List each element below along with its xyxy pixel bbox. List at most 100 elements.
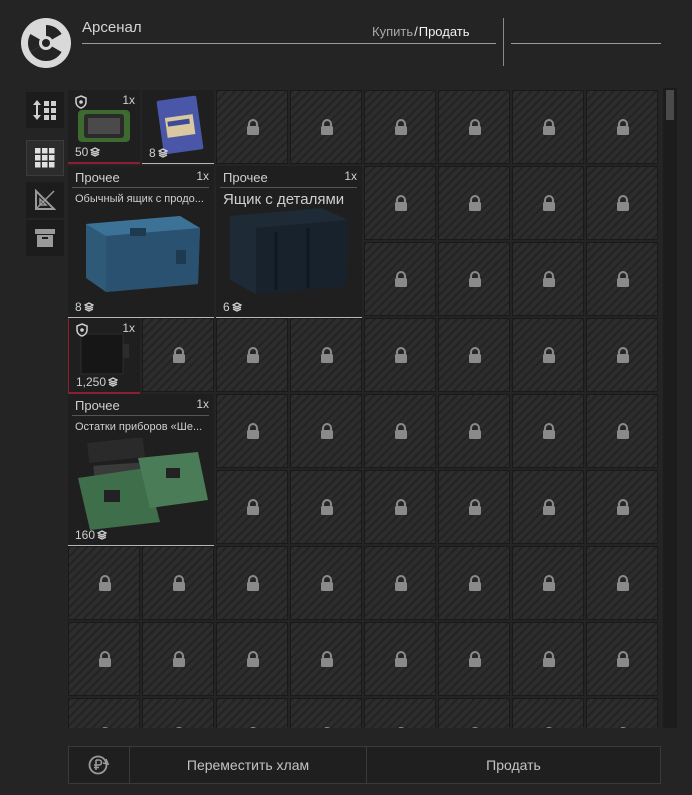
lock-icon (394, 271, 408, 292)
sell-button[interactable]: Продать (367, 747, 660, 783)
locked-slot (438, 470, 510, 544)
locked-slot (364, 698, 436, 728)
locked-slot (364, 90, 436, 164)
locked-slot (512, 698, 584, 728)
sort-icon (33, 100, 56, 120)
lock-icon (542, 727, 556, 728)
item-amount: 1,250 (76, 375, 119, 389)
ruble-cycle-icon (88, 755, 110, 775)
locked-slot (512, 394, 584, 468)
blue-crate-icon (86, 216, 200, 292)
locked-slot (586, 470, 658, 544)
locked-slot (586, 698, 658, 728)
lock-icon (246, 575, 260, 596)
scrollbar-thumb[interactable] (666, 90, 674, 120)
locked-slot (512, 546, 584, 620)
lock-icon (616, 575, 630, 596)
radiation-logo-icon (21, 18, 71, 68)
inventory-item[interactable]: Прочее 1x Обычный ящик с продо... 8 (68, 166, 214, 318)
ruler-triangle-icon (35, 189, 56, 210)
lock-icon (616, 423, 630, 444)
stack-icon (231, 302, 242, 312)
locked-slot (216, 318, 288, 392)
lock-icon (394, 575, 408, 596)
lock-icon (542, 499, 556, 520)
lock-icon (246, 651, 260, 672)
lock-icon (616, 119, 630, 140)
locked-slot (216, 622, 288, 696)
move-junk-button[interactable]: Переместить хлам (130, 747, 367, 783)
lock-icon (172, 651, 186, 672)
auto-sell-button[interactable] (69, 747, 130, 783)
locked-slot (290, 90, 362, 164)
locked-slot (68, 546, 140, 620)
locked-slot (586, 166, 658, 240)
locked-slot (364, 166, 436, 240)
lock-icon (394, 119, 408, 140)
locked-slot (586, 394, 658, 468)
locked-slot (290, 318, 362, 392)
lock-icon (320, 423, 334, 444)
lock-icon (616, 651, 630, 672)
inventory-grid: 1x 50 8 Прочее 1x Обычный ящик с продо..… (68, 90, 660, 728)
inventory-item[interactable]: 8 (142, 90, 214, 164)
inventory-item[interactable]: Прочее 1x Остатки приборов «Ше... 160 (68, 394, 214, 546)
locked-slot (512, 622, 584, 696)
header-bar: Арсенал Купить/Продать (0, 0, 692, 84)
locked-slot (216, 90, 288, 164)
sell-tab[interactable]: Продать (419, 24, 470, 39)
locked-slot (586, 242, 658, 316)
lock-icon (616, 727, 630, 728)
stack-icon (83, 302, 94, 312)
lock-icon (542, 575, 556, 596)
locked-slot (216, 698, 288, 728)
archive-button[interactable] (26, 220, 64, 256)
locked-slot (68, 698, 140, 728)
title-underline (82, 43, 496, 44)
shield-icon (75, 95, 87, 109)
grid-view-button[interactable] (26, 140, 64, 176)
locked-slot (364, 242, 436, 316)
inventory-item[interactable]: 1x 1,250 (68, 318, 140, 394)
stack-icon (157, 148, 168, 158)
lock-icon (616, 499, 630, 520)
sort-button[interactable] (26, 92, 64, 128)
lock-icon (468, 651, 482, 672)
lock-icon (246, 347, 260, 368)
search-input[interactable] (511, 43, 661, 44)
lock-icon (468, 119, 482, 140)
locked-slot (512, 242, 584, 316)
locked-slot (512, 318, 584, 392)
grid-scrollbar[interactable] (663, 88, 677, 728)
locked-slot (290, 394, 362, 468)
lock-icon (394, 423, 408, 444)
item-amount: 50 (75, 145, 101, 159)
measure-button[interactable] (26, 182, 64, 218)
item-count: 1x (122, 93, 135, 107)
lock-icon (468, 499, 482, 520)
locked-slot (364, 546, 436, 620)
lock-icon (320, 651, 334, 672)
lock-icon (320, 727, 334, 728)
lock-icon (394, 347, 408, 368)
locked-slot (68, 622, 140, 696)
trade-mode-switch: Купить/Продать (372, 24, 470, 39)
locked-slot (216, 470, 288, 544)
lock-icon (468, 347, 482, 368)
item-count: 1x (344, 169, 357, 183)
locked-slot (586, 318, 658, 392)
black-case-icon (80, 333, 129, 375)
inventory-item[interactable]: 1x 50 (68, 90, 140, 164)
item-category: Прочее (223, 170, 268, 185)
item-category: Прочее (75, 398, 120, 413)
inventory-item[interactable]: Прочее 1x Ящик с деталями 6 (216, 166, 362, 318)
lock-icon (394, 727, 408, 728)
buy-tab[interactable]: Купить (372, 24, 413, 39)
lock-icon (468, 271, 482, 292)
rig-item-icon (78, 110, 130, 142)
category-divider (72, 415, 209, 416)
lock-icon (542, 347, 556, 368)
lock-icon (616, 347, 630, 368)
lock-icon (468, 575, 482, 596)
item-name: Обычный ящик с продо... (75, 193, 204, 205)
